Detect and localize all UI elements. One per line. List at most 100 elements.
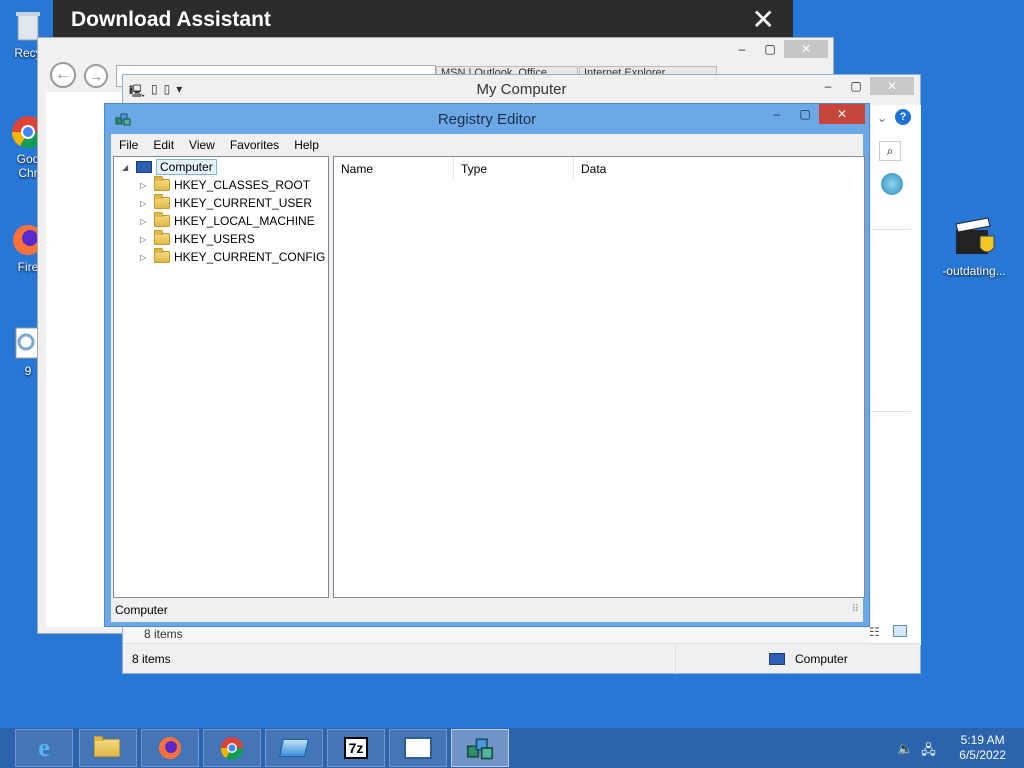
registry-tree: ◢ Computer ▷ HKEY_CLASSES_ROOT ▷ HKEY_CU… bbox=[113, 156, 329, 598]
desktop-icon-label: -outdating... bbox=[942, 264, 1006, 278]
status-bar: 8 items Computer bbox=[123, 643, 920, 674]
window-title: Download Assistant bbox=[71, 8, 271, 31]
folder-icon bbox=[154, 248, 170, 263]
minimize-button[interactable]: ‒ bbox=[814, 77, 842, 95]
download-assistant-window: Download Assistant ✕ bbox=[53, 0, 793, 40]
search-icon[interactable]: ⌕ bbox=[879, 141, 901, 161]
help-icon[interactable]: ? bbox=[895, 109, 911, 125]
menu-favorites[interactable]: Favorites bbox=[222, 134, 286, 156]
details-view-icon[interactable]: ☷ bbox=[869, 625, 880, 639]
minimize-button[interactable]: ‒ bbox=[728, 40, 756, 58]
computer-icon bbox=[136, 161, 152, 173]
menu-file[interactable]: File bbox=[111, 134, 145, 156]
menu-help[interactable]: Help bbox=[286, 134, 326, 156]
values-list: Name Type Data bbox=[333, 156, 865, 598]
tree-node-label: HKEY_CURRENT_USER bbox=[174, 196, 313, 210]
tree-node-label: HKEY_CLASSES_ROOT bbox=[174, 178, 311, 192]
tree-node-label: HKEY_CURRENT_CONFIG bbox=[174, 250, 326, 264]
tree-node-label: HKEY_USERS bbox=[174, 232, 255, 246]
maximize-button[interactable]: ▢ bbox=[756, 40, 784, 58]
maximize-button[interactable]: ▢ bbox=[791, 104, 819, 124]
close-button[interactable]: ✕ bbox=[784, 40, 828, 58]
desktop-icon-outdating-shortcut[interactable]: -outdating... bbox=[938, 214, 1010, 278]
resize-grip-icon[interactable]: ⠿ bbox=[852, 604, 859, 615]
expand-icon[interactable]: ▷ bbox=[140, 253, 152, 262]
column-header-type[interactable]: Type bbox=[454, 157, 574, 181]
taskbar-firefox[interactable] bbox=[141, 729, 199, 767]
expand-icon[interactable]: ▷ bbox=[140, 199, 152, 208]
clock-date: 6/5/2022 bbox=[959, 748, 1006, 762]
tree-node-label: Computer bbox=[156, 159, 217, 175]
7zip-icon: 7z bbox=[343, 737, 369, 759]
minimize-button[interactable]: ‒ bbox=[763, 104, 791, 124]
status-bar: Computer ⠿ bbox=[111, 598, 863, 622]
close-button[interactable]: ✕ bbox=[870, 77, 914, 95]
taskbar: e 7z 🔈 🖧 5:19 AM 6/5/2022 bbox=[0, 728, 1024, 768]
document-window-icon bbox=[404, 737, 432, 759]
system-tray: 🔈 🖧 bbox=[897, 741, 936, 763]
clock-time: 5:19 AM bbox=[960, 733, 1005, 747]
caption-buttons: ‒ ▢ ✕ bbox=[728, 40, 828, 58]
inner-items-count: 8 items bbox=[144, 627, 183, 641]
tree-node-hkcr[interactable]: ▷ HKEY_CLASSES_ROOT bbox=[140, 176, 310, 194]
expand-icon[interactable]: ▷ bbox=[140, 235, 152, 244]
close-button[interactable]: ✕ bbox=[819, 104, 865, 124]
taskbar-chrome[interactable] bbox=[203, 729, 261, 767]
menu-bar: File Edit View Favorites Help bbox=[111, 134, 863, 156]
divider bbox=[871, 411, 911, 412]
chevron-down-icon[interactable]: ⌄ bbox=[877, 111, 887, 125]
caption-buttons: ‒ ▢ ✕ bbox=[814, 77, 914, 95]
internet-explorer-icon: e bbox=[38, 733, 50, 762]
divider bbox=[675, 644, 676, 674]
clapperboard-shield-icon bbox=[950, 214, 998, 262]
window-title: Registry Editor bbox=[437, 111, 537, 128]
folder-icon bbox=[154, 212, 170, 227]
tree-node-hkcu[interactable]: ▷ HKEY_CURRENT_USER bbox=[140, 194, 312, 212]
tree-node-hku[interactable]: ▷ HKEY_USERS bbox=[140, 230, 255, 248]
status-path: Computer bbox=[115, 603, 168, 617]
status-location: Computer bbox=[767, 652, 848, 666]
column-header-data[interactable]: Data bbox=[574, 157, 858, 181]
items-count: 8 items bbox=[132, 652, 171, 666]
title-bar: Registry Editor ‒ ▢ ✕ bbox=[105, 104, 869, 134]
folder-icon bbox=[94, 736, 120, 757]
computer-icon bbox=[769, 653, 785, 665]
caption-buttons: ‒ ▢ ✕ bbox=[763, 104, 865, 124]
close-button[interactable]: ✕ bbox=[752, 6, 775, 34]
taskbar-file-explorer[interactable] bbox=[79, 729, 137, 767]
maximize-button[interactable]: ▢ bbox=[842, 77, 870, 95]
large-icons-view-icon[interactable] bbox=[893, 625, 907, 637]
taskbar-internet-explorer[interactable]: e bbox=[15, 729, 73, 767]
folder-icon bbox=[154, 176, 170, 191]
registry-editor-client: File Edit View Favorites Help ◢ Computer… bbox=[111, 134, 865, 622]
taskbar-remote-app[interactable] bbox=[265, 729, 323, 767]
tree-node-hkcc[interactable]: ▷ HKEY_CURRENT_CONFIG bbox=[140, 248, 325, 266]
taskbar-registry-editor[interactable] bbox=[451, 729, 509, 767]
folder-icon bbox=[154, 194, 170, 209]
registry-editor-window: Registry Editor ‒ ▢ ✕ File Edit View Fav… bbox=[104, 103, 870, 627]
divider bbox=[871, 229, 911, 230]
expand-icon[interactable]: ▷ bbox=[140, 181, 152, 190]
tree-node-label: HKEY_LOCAL_MACHINE bbox=[174, 214, 315, 228]
window-app-icon bbox=[279, 739, 309, 757]
back-arrow-icon[interactable]: ← bbox=[50, 62, 76, 88]
window-title: My Computer bbox=[476, 81, 567, 98]
collapse-icon[interactable]: ◢ bbox=[122, 163, 134, 172]
taskbar-app-window[interactable] bbox=[389, 729, 447, 767]
tree-node-hklm[interactable]: ▷ HKEY_LOCAL_MACHINE bbox=[140, 212, 315, 230]
column-header-name[interactable]: Name bbox=[334, 157, 454, 181]
forward-arrow-icon[interactable]: → bbox=[84, 64, 108, 88]
taskbar-clock[interactable]: 5:19 AM 6/5/2022 bbox=[959, 733, 1006, 763]
tree-node-computer[interactable]: ◢ Computer bbox=[122, 158, 217, 176]
network-globe-icon[interactable] bbox=[881, 173, 903, 195]
volume-muted-icon[interactable]: 🔈 bbox=[897, 741, 913, 763]
menu-view[interactable]: View bbox=[181, 134, 222, 156]
expand-icon[interactable]: ▷ bbox=[140, 217, 152, 226]
taskbar-7zip[interactable]: 7z bbox=[327, 729, 385, 767]
folder-icon bbox=[154, 230, 170, 245]
menu-edit[interactable]: Edit bbox=[145, 134, 181, 156]
registry-editor-icon bbox=[466, 738, 494, 760]
ribbon-strip: ⌄ ? ⌕ bbox=[871, 105, 921, 645]
network-icon[interactable]: 🖧 bbox=[921, 741, 936, 763]
firefox-icon bbox=[159, 737, 181, 759]
